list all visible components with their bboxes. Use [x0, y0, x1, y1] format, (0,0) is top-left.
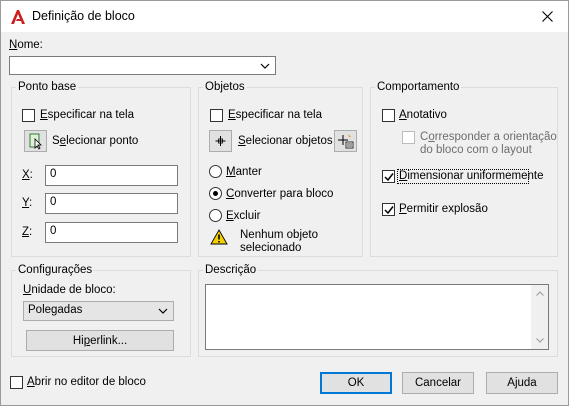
settings-title: Configurações: [16, 264, 95, 276]
no-objects-warning: Nenhum objeto selecionado: [240, 229, 318, 254]
x-label: X:: [22, 169, 33, 181]
warning-icon: [210, 229, 228, 248]
select-objects-label: Selecionar objetos: [238, 135, 333, 147]
ok-button[interactable]: OK: [320, 372, 392, 394]
close-button[interactable]: [528, 1, 568, 32]
pick-point-label: Selecionar ponto: [52, 135, 139, 147]
annotative-label: Anotativo: [399, 109, 447, 121]
z-input[interactable]: 0: [45, 222, 178, 243]
retain-label: Manter: [226, 166, 262, 178]
quick-select-button[interactable]: [334, 130, 357, 152]
convert-label: Converter para bloco: [226, 188, 334, 200]
z-label: Z:: [22, 226, 33, 238]
scale-uniformly-checkbox[interactable]: [382, 170, 395, 183]
title-bar: Definição de bloco: [1, 1, 568, 32]
name-label: Nome:: [9, 39, 43, 51]
close-icon: [542, 11, 553, 22]
delete-radio[interactable]: [209, 209, 222, 222]
scale-uniformly-label: Dimensionar uniformemente: [399, 170, 544, 182]
objects-title: Objetos: [203, 81, 247, 93]
base-specify-checkbox[interactable]: [22, 109, 35, 122]
y-label: Y:: [22, 197, 33, 209]
allow-explode-checkbox[interactable]: [382, 203, 395, 216]
crosshair-icon: [215, 136, 226, 146]
block-definition-dialog: Definição de bloco Nome: Ponto base Espe…: [0, 0, 569, 406]
open-in-editor-checkbox[interactable]: [10, 376, 23, 389]
chevron-down-icon: [260, 63, 270, 69]
retain-radio[interactable]: [209, 165, 222, 178]
description-title: Descrição: [203, 264, 259, 276]
x-input[interactable]: 0: [45, 165, 178, 186]
cancel-button[interactable]: Cancelar: [402, 372, 474, 394]
scroll-down-icon: [536, 338, 544, 343]
autocad-logo-icon: [10, 9, 26, 25]
description-scrollbar[interactable]: [531, 285, 548, 349]
chevron-down-icon: [158, 308, 168, 314]
scroll-up-icon: [536, 291, 544, 296]
objects-specify-label: Especificar na tela: [228, 109, 322, 121]
objects-specify-checkbox[interactable]: [210, 109, 223, 122]
description-textarea[interactable]: [205, 284, 549, 350]
y-input[interactable]: 0: [45, 193, 178, 214]
base-specify-label: Especificar na tela: [40, 109, 134, 121]
open-in-editor-label: Abrir no editor de bloco: [27, 376, 146, 388]
help-button[interactable]: Ajuda: [486, 372, 558, 394]
quick-select-icon: [338, 134, 354, 149]
hyperlink-button[interactable]: Hiperlink...: [26, 330, 174, 351]
pick-point-icon: [29, 133, 42, 150]
annotative-checkbox[interactable]: [382, 109, 395, 122]
window-title: Definição de bloco: [32, 9, 135, 23]
convert-radio[interactable]: [209, 187, 222, 200]
match-orientation-label: Corresponder a orientação do bloco com o…: [420, 131, 557, 156]
name-combobox[interactable]: [9, 56, 276, 75]
behavior-title: Comportamento: [375, 81, 462, 93]
allow-explode-label: Permitir explosão: [399, 203, 488, 215]
select-objects-button[interactable]: [209, 130, 232, 152]
block-unit-label: Unidade de bloco:: [23, 284, 116, 296]
match-orientation-checkbox[interactable]: [402, 131, 415, 144]
checkmark-icon: [384, 173, 394, 182]
checkmark-icon: [384, 206, 394, 215]
pick-point-button[interactable]: [24, 130, 47, 152]
delete-label: Excluir: [226, 210, 261, 222]
block-unit-value: Polegadas: [28, 304, 83, 316]
base-point-title: Ponto base: [16, 81, 79, 93]
block-unit-select[interactable]: Polegadas: [23, 301, 174, 321]
